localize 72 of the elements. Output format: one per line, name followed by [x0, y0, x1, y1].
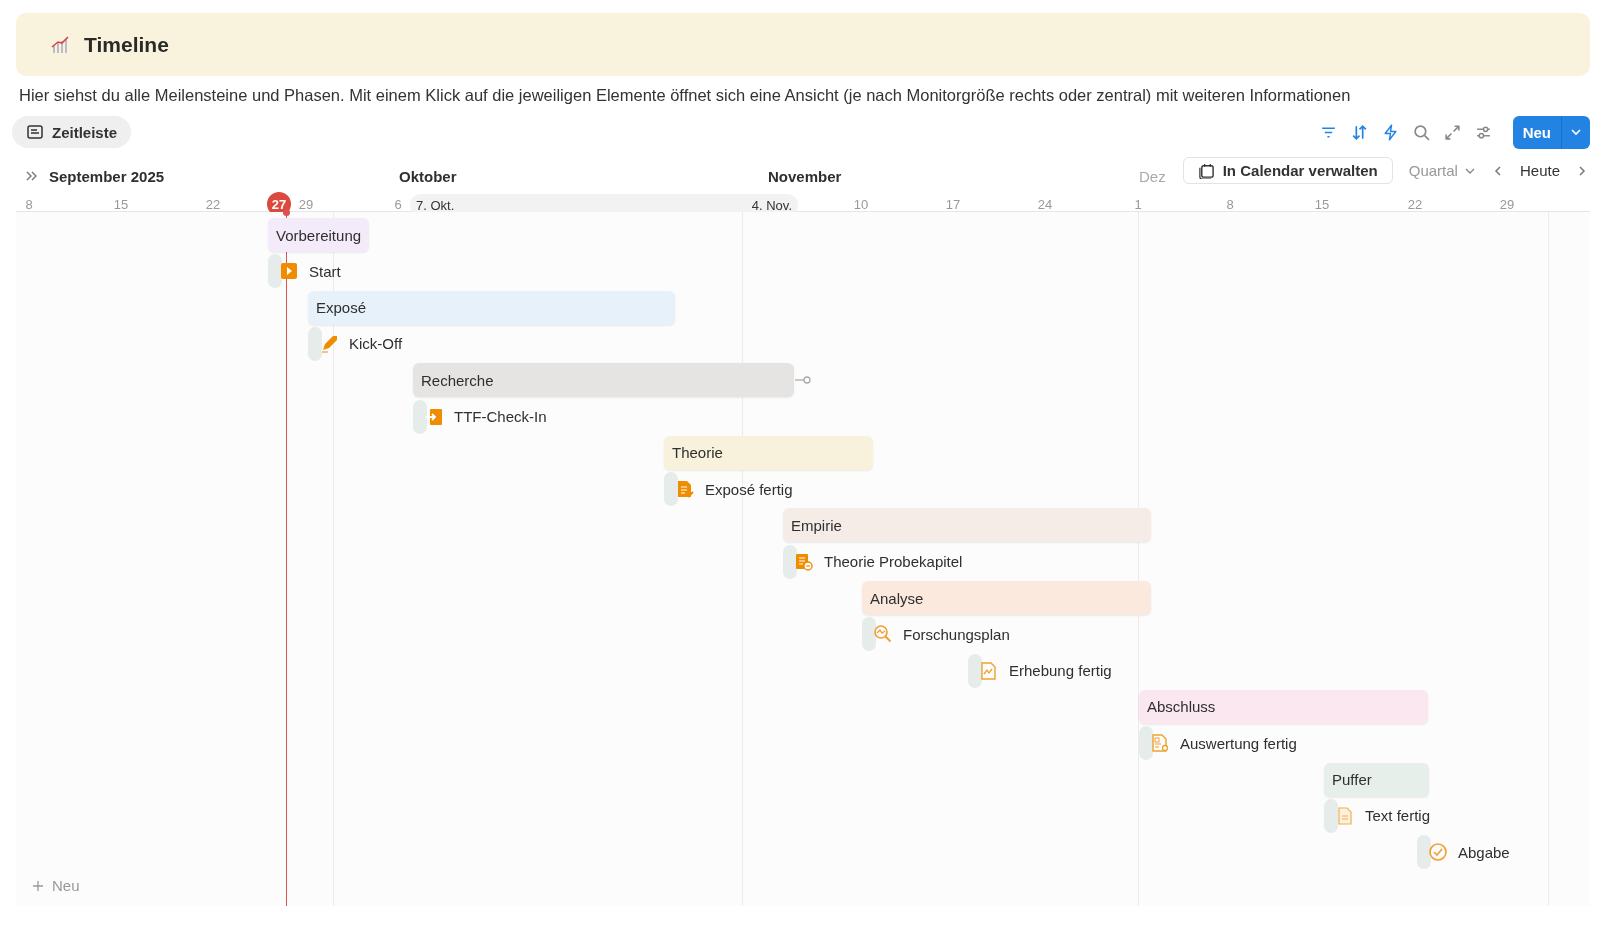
calendar-button[interactable]: In Calendar verwalten	[1182, 157, 1393, 184]
new-dropdown-button[interactable]	[1561, 115, 1590, 149]
calendar-icon	[1197, 162, 1215, 179]
document-search-icon	[1150, 733, 1170, 754]
month-label: Dez	[1139, 168, 1166, 185]
enter-icon	[424, 406, 444, 427]
phase-bar[interactable]: Puffer	[1324, 762, 1429, 797]
document-icon	[1335, 805, 1355, 826]
day-label: 8	[1226, 197, 1234, 212]
day-label: 22	[205, 197, 221, 212]
milestone-label[interactable]: Start	[309, 262, 341, 280]
day-label: 15	[113, 197, 129, 212]
day-label: 6	[394, 197, 402, 212]
document-pencil-icon	[675, 479, 695, 500]
milestone-marker	[783, 544, 797, 579]
day-label: 8	[25, 197, 33, 212]
milestone-marker	[1417, 835, 1431, 870]
range-start-date: 7. Okt.	[416, 197, 455, 213]
milestone-label[interactable]: Kick-Off	[349, 335, 403, 353]
view-tab[interactable]: Zeitleiste	[12, 116, 132, 148]
document-chart-icon	[979, 660, 999, 681]
day-label: 29	[1499, 197, 1515, 212]
milestone-label[interactable]: Auswertung fertig	[1180, 734, 1297, 752]
day-label: 15	[1314, 197, 1330, 212]
expand-icon[interactable]	[1442, 122, 1462, 142]
milestone-label[interactable]: Exposé fertig	[705, 480, 793, 498]
phase-bar[interactable]: Theorie	[664, 435, 873, 470]
day-label: 10	[853, 197, 869, 212]
phase-bar[interactable]: Recherche	[413, 363, 794, 398]
milestone-marker	[664, 472, 678, 507]
document-list-icon	[794, 551, 814, 572]
milestone-label[interactable]: Text fertig	[1365, 807, 1431, 825]
dependency-handle-icon[interactable]	[795, 374, 811, 387]
milestone-label[interactable]: Forschungsplan	[903, 625, 1010, 643]
milestone-marker	[308, 326, 322, 361]
plus-icon	[32, 879, 44, 892]
milestone-label[interactable]: Erhebung fertig	[1009, 662, 1112, 680]
search-icon[interactable]	[1411, 122, 1431, 142]
magnifier-chart-icon	[873, 624, 893, 645]
phase-bar[interactable]: Analyse	[862, 581, 1151, 615]
month-label: Oktober	[399, 168, 457, 185]
phase-bar[interactable]: Empirie	[783, 508, 1151, 543]
milestone-label[interactable]: TTF-Check-In	[454, 408, 547, 425]
milestone-marker	[862, 617, 876, 652]
milestone-label[interactable]: Abgabe	[1458, 843, 1510, 861]
range-end-date: 4. Nov.	[751, 197, 792, 213]
milestone-marker	[1324, 798, 1338, 833]
milestone-marker	[968, 653, 982, 688]
page-title: Timeline	[84, 32, 169, 57]
day-label: 22	[1407, 197, 1423, 212]
day-label: 17	[945, 197, 961, 212]
next-icon[interactable]	[1576, 164, 1588, 177]
double-chevron-icon[interactable]	[25, 169, 39, 183]
month-label: September 2025	[49, 168, 165, 185]
phase-bar[interactable]: Abschluss	[1139, 689, 1428, 724]
page-description: Hier siehst du alle Meilensteine und Phasen. Mit einem Klick auf die jeweiligen Elemente öffnet sich eine Ansicht (je nach Monitorgröße rechts oder zentral) mit weiteren Informationen	[19, 86, 1352, 105]
day-label: 29	[298, 197, 314, 212]
milestone-label[interactable]: Theorie Probekapitel	[824, 553, 963, 571]
day-label: 1	[1134, 197, 1142, 212]
check-circle-icon	[1428, 842, 1448, 863]
day-label: 24	[1037, 197, 1053, 212]
month-label: November	[768, 168, 842, 185]
play-icon	[279, 261, 299, 282]
today-button[interactable]: Heute	[1519, 162, 1560, 179]
phase-bar[interactable]: Vorbereitung	[268, 218, 370, 252]
milestone-marker	[413, 399, 427, 434]
chart-icon	[50, 34, 70, 55]
timeline-icon	[26, 123, 44, 141]
new-button[interactable]: Neu	[1512, 115, 1561, 149]
caret-icon	[1570, 126, 1582, 138]
milestone-marker	[268, 254, 282, 289]
phase-bar[interactable]: Exposé	[308, 290, 675, 325]
